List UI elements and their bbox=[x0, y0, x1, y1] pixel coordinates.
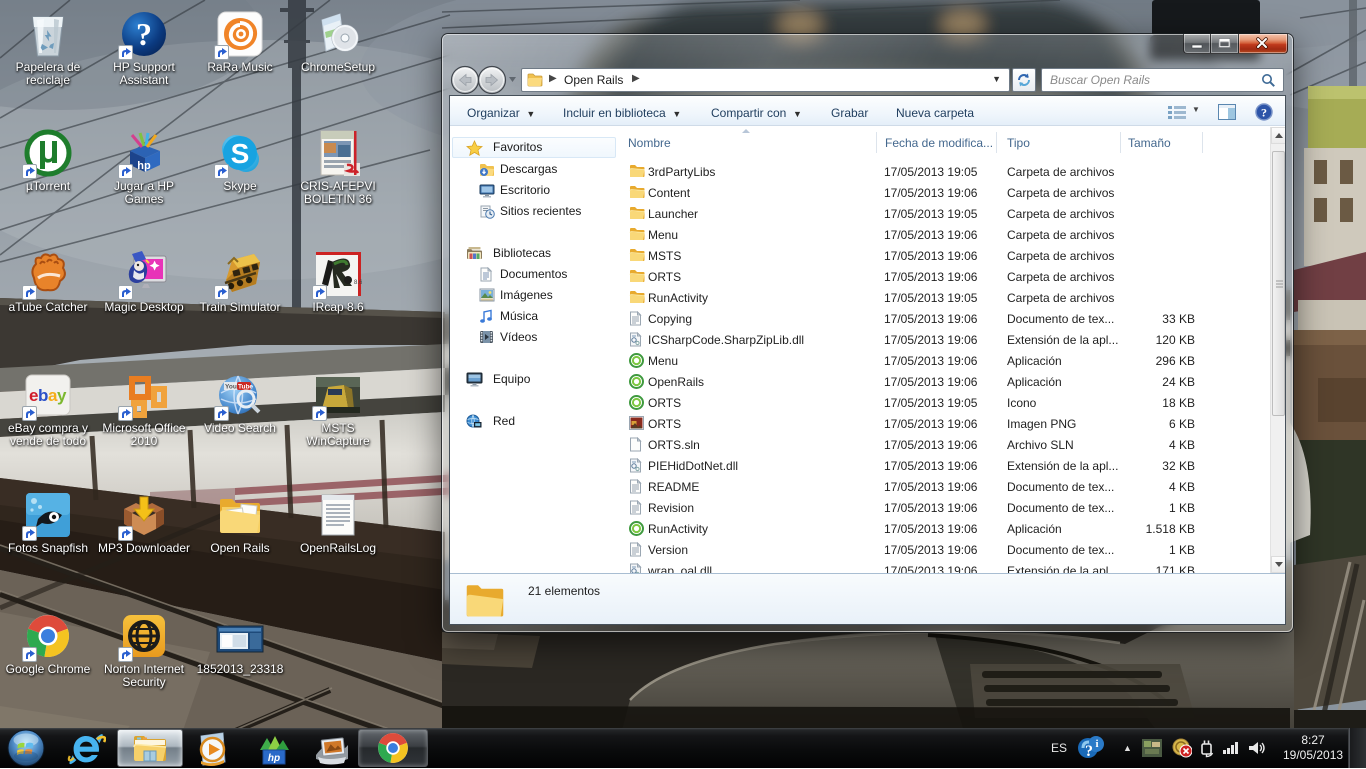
svg-text:i: i bbox=[1095, 738, 1098, 750]
svg-text:8.6: 8.6 bbox=[354, 280, 362, 286]
svg-text:You: You bbox=[225, 384, 237, 391]
svg-text:hp: hp bbox=[137, 160, 151, 172]
svg-text:S: S bbox=[231, 138, 250, 169]
svg-text:?: ? bbox=[136, 16, 152, 52]
svg-text:?: ? bbox=[1085, 743, 1093, 760]
svg-text:y: y bbox=[57, 386, 67, 405]
svg-text:?: ? bbox=[1261, 106, 1267, 120]
svg-text:hp: hp bbox=[268, 753, 280, 764]
svg-text:b: b bbox=[38, 386, 48, 405]
svg-text:Tube: Tube bbox=[238, 384, 253, 391]
